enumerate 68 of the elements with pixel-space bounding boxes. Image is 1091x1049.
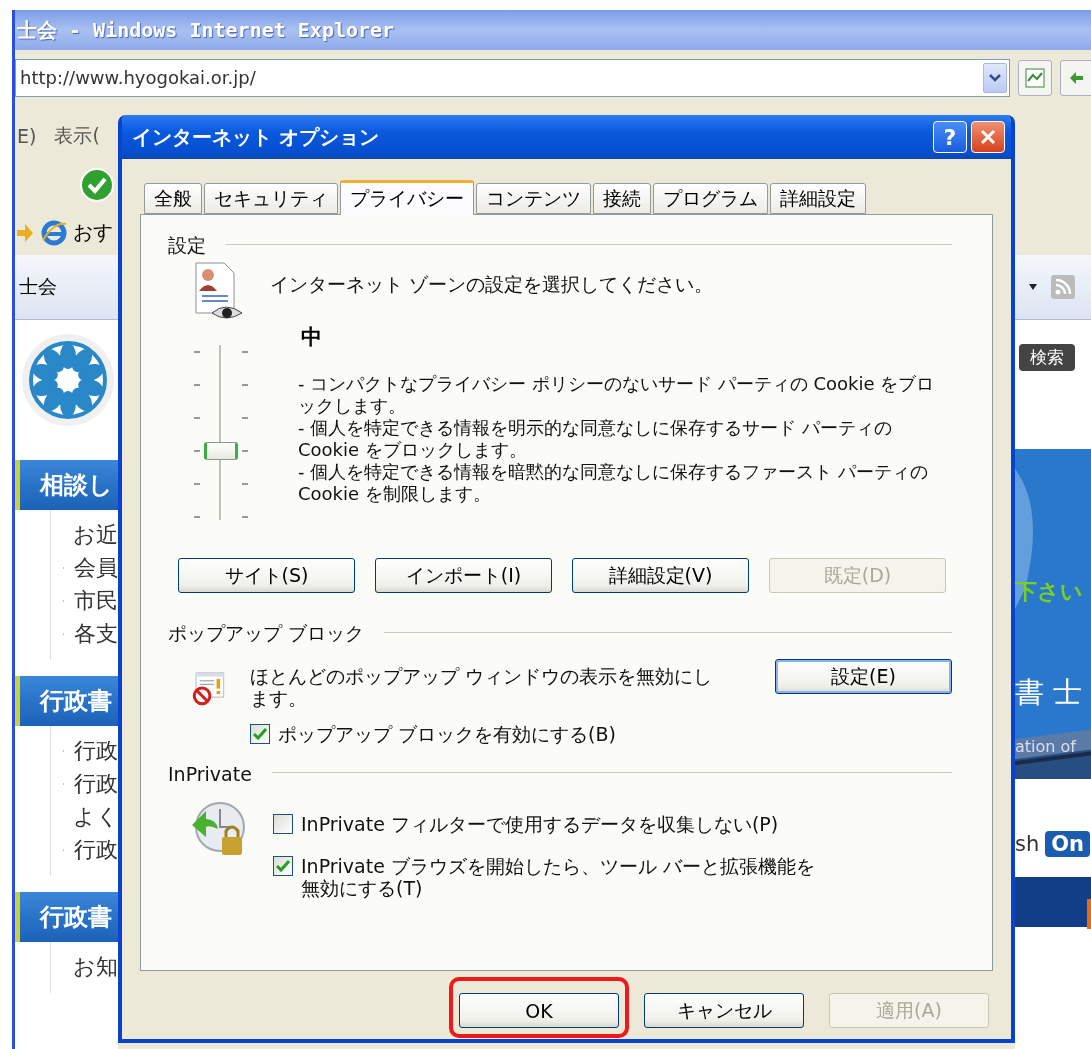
sidebar-link[interactable]: 行政 <box>74 834 118 865</box>
dialog-button[interactable]: キャンセル <box>644 993 804 1028</box>
dialog-button[interactable]: 詳細設定(V) <box>572 558 749 593</box>
dialog-button[interactable]: サイト(S) <box>178 558 355 593</box>
close-icon <box>980 129 996 145</box>
settings-button[interactable]: 設定(E) <box>775 659 952 694</box>
description-text: - コンパクトなプライバシー ポリシーのないサード パーティの Cookie をブロックします。 <box>298 373 936 417</box>
compatibility-view-button[interactable] <box>1018 59 1052 96</box>
popup-text: ほとんどのポップアップ ウィンドウの表示を無効にします。 <box>250 665 714 709</box>
check-circle-icon[interactable] <box>79 167 115 203</box>
checkbox-label[interactable]: InPrivate フィルターで使用するデータを収集しない(P) <box>301 813 821 835</box>
menu-item[interactable]: E) <box>17 124 37 147</box>
banner-title: 書 士 <box>1015 674 1083 711</box>
section-label: InPrivate <box>168 763 252 785</box>
check-icon <box>253 728 267 740</box>
favorites-link[interactable]: おす <box>73 219 113 246</box>
check-icon <box>276 860 290 872</box>
dialog-title: インターネット オプション <box>132 123 379 151</box>
dialog-button[interactable]: インポート(I) <box>375 558 552 593</box>
window-title: 士会 - Windows Internet Explorer <box>17 16 395 44</box>
feed-icon[interactable] <box>1051 275 1075 299</box>
section-label: ポップアップ ブロック <box>168 621 365 646</box>
sidebar-link[interactable]: 行政 <box>74 768 118 799</box>
globe-e-icon[interactable] <box>41 219 67 246</box>
browser-tab[interactable]: 士会 <box>19 274 57 300</box>
tab[interactable]: プログラム <box>653 183 768 214</box>
dropdown-button[interactable] <box>983 62 1007 93</box>
tab[interactable]: コンテンツ <box>476 183 591 214</box>
checkbox[interactable] <box>250 724 270 744</box>
banner-subtitle: ation of <box>1015 737 1078 756</box>
description-text: - 個人を特定できる情報を暗黙的な同意なしに保存するファースト パーティの Cookie を制限します。 <box>298 461 929 505</box>
banner-tagline: 下さい <box>1015 578 1084 606</box>
menu-item[interactable]: 表示( <box>54 122 100 149</box>
chart-page-icon <box>1024 66 1046 89</box>
sidebar-link[interactable]: 各支 <box>74 618 118 649</box>
refresh-button[interactable] <box>1060 59 1091 96</box>
section-label: 設定 <box>168 233 206 258</box>
checkbox[interactable] <box>273 856 293 876</box>
search-button[interactable]: 検索 <box>1019 344 1075 371</box>
sidebar-link[interactable]: 行政 <box>74 735 118 766</box>
tab[interactable]: セキュリティ <box>204 183 338 214</box>
sidebar-heading: 行政書 <box>15 676 118 726</box>
sidebar-link[interactable]: お知 <box>73 951 118 982</box>
sidebar-link[interactable]: よく <box>73 801 118 832</box>
address-field[interactable]: http://www.hyogokai.or.jp/ <box>15 58 1010 97</box>
checkbox[interactable] <box>273 814 293 834</box>
close-button[interactable] <box>971 121 1005 153</box>
slider-thumb[interactable] <box>204 442 238 460</box>
sidebar-link[interactable]: 市民 <box>74 585 118 616</box>
sidebar-heading: 相談し <box>15 460 118 510</box>
level-name: 中 <box>301 324 323 351</box>
dropdown-arrow-icon[interactable] <box>1029 284 1037 290</box>
dialog-button[interactable]: OK <box>459 993 619 1028</box>
language-label: sh <box>1015 832 1040 856</box>
tab[interactable]: プライバシー <box>340 180 474 215</box>
prompt-text: インターネット ゾーンの設定を選択してください。 <box>270 273 714 295</box>
description-text: - 個人を特定できる情報を明示的な同意なしに保存するサード パーティの Cookie をブロックします。 <box>298 417 893 461</box>
sidebar-link[interactable]: お近 <box>73 519 118 550</box>
language-button[interactable]: On <box>1045 831 1091 857</box>
sidebar-heading: 行政書 <box>15 892 118 942</box>
tab[interactable]: 接続 <box>593 183 651 214</box>
help-button[interactable]: ? <box>933 121 967 153</box>
tab[interactable]: 詳細設定 <box>770 183 866 214</box>
checkbox-label[interactable]: ポップアップ ブロックを有効にする(B) <box>278 723 616 745</box>
sidebar-link[interactable]: 会員 <box>74 552 118 583</box>
chevron-down-icon <box>989 73 1001 82</box>
tab[interactable]: 全般 <box>144 183 202 214</box>
checkbox-label[interactable]: InPrivate ブラウズを開始したら、ツール バーと拡張機能を無効にする(T) <box>301 855 821 899</box>
